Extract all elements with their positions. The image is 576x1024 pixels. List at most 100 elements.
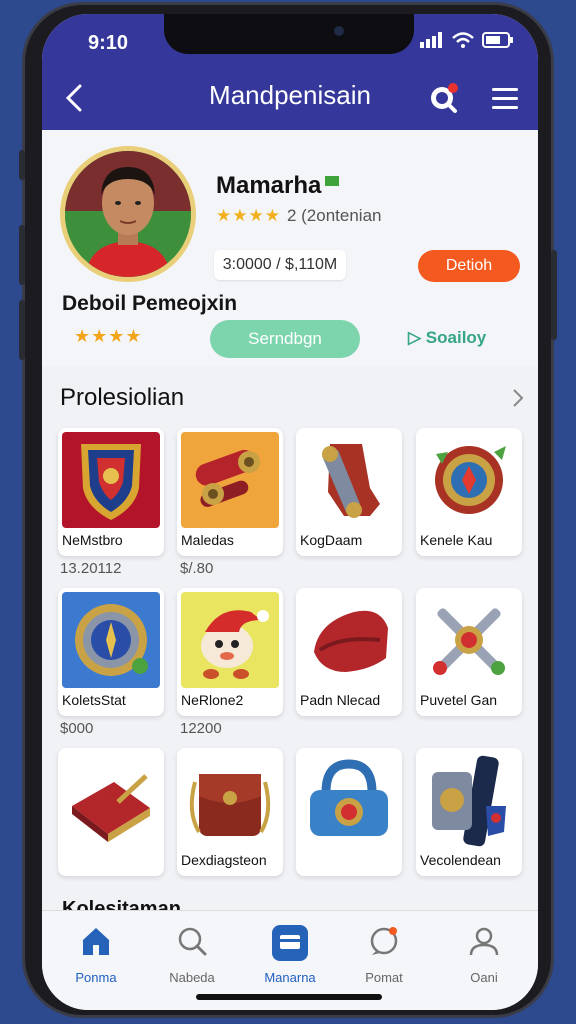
menu-bar: [492, 106, 518, 109]
signal-icon: [420, 32, 442, 48]
search-icon: [178, 927, 207, 956]
play-link[interactable]: ▷ Soailoy: [408, 328, 486, 348]
item-card[interactable]: KoletsStat: [58, 588, 164, 716]
section-more-button[interactable]: [508, 386, 528, 416]
item-card[interactable]: Maledas: [177, 428, 283, 556]
detail-button[interactable]: Detioh: [418, 250, 520, 282]
player-portrait: [65, 151, 191, 277]
rating-row: ★★★★ 2 (2ontenian: [216, 206, 382, 226]
item-card[interactable]: NeMstbro: [58, 428, 164, 556]
tab-label: Ponma: [75, 970, 117, 985]
primary-action-button[interactable]: Serndbgn: [210, 320, 360, 358]
item-card[interactable]: [58, 748, 164, 876]
wallet-icon: [272, 925, 308, 961]
app-header: Mandpenisain: [42, 70, 538, 126]
profile-name: Mamarha: [216, 172, 340, 200]
scroll-icon: [195, 449, 260, 507]
phone-side-button: [19, 300, 25, 360]
profile-name-text: Mamarha: [216, 172, 322, 199]
item-thumbnail: [300, 592, 398, 688]
tab-chat[interactable]: Pomat: [344, 925, 424, 985]
menu-bar: [492, 88, 518, 91]
price-display: 3:0000 / $,110M: [214, 250, 346, 280]
tab-label: Oani: [470, 970, 498, 985]
item-card[interactable]: Dexdiagsteon: [177, 748, 283, 876]
item-card[interactable]: [296, 748, 402, 876]
item-thumbnail: [300, 752, 398, 848]
wifi-icon: [452, 32, 474, 48]
satchel-icon: [189, 774, 271, 836]
item-thumbnail: [420, 432, 518, 528]
rating-text: 2 (2ontenian: [286, 206, 382, 225]
search-icon: [431, 83, 458, 113]
shield-icon: [81, 444, 141, 520]
item-card[interactable]: Puvetel Gan: [416, 588, 522, 716]
chevron-right-icon: [513, 389, 524, 407]
status-time: 9:10: [88, 32, 129, 54]
tab-search[interactable]: Nabeda: [152, 925, 232, 985]
status-icons: [420, 32, 514, 48]
item-card[interactable]: Vecolendean: [416, 748, 522, 876]
item-thumbnail: [181, 592, 279, 688]
battery-icon: [482, 32, 513, 48]
tab-label: Pomat: [365, 970, 403, 985]
search-button[interactable]: [424, 78, 464, 118]
item-label: Kenele Kau: [420, 532, 493, 548]
star-rating: ★★★★: [216, 206, 281, 225]
item-thumbnail: [181, 752, 279, 848]
book-icon: [72, 774, 150, 842]
item-label: Padn Nlecad: [300, 692, 381, 708]
home-indicator[interactable]: [196, 994, 382, 1000]
section-title: Prolesiolian: [60, 384, 185, 411]
app-screen: 9:10 Mandpenisain Mamarha ★★★★ 2 (2onten…: [42, 14, 538, 1010]
menu-bar: [492, 97, 518, 100]
crossed-keys-icon: [433, 608, 505, 675]
profile-panel: Mamarha ★★★★ 2 (2ontenian 3:0000 / $,110…: [42, 130, 538, 366]
avatar[interactable]: [60, 146, 196, 282]
star-rating-secondary: ★★★★: [74, 326, 143, 346]
item-label: Maledas: [181, 532, 234, 548]
camera: [334, 26, 344, 36]
item-label: Dexdiagsteon: [181, 852, 267, 868]
item-label: NeRlone2: [181, 692, 244, 708]
item-price: $000: [60, 720, 94, 737]
mascot-icon: [201, 610, 269, 679]
compass-emblem-icon: [75, 604, 148, 676]
profile-subtitle: Deboil Pemeojxin: [62, 292, 238, 315]
menu-button[interactable]: [484, 78, 524, 118]
item-label: Puvetel Gan: [420, 692, 498, 708]
padlock-icon: [310, 759, 388, 836]
item-label: KoletsStat: [62, 692, 126, 708]
phone-side-button: [551, 250, 557, 340]
item-thumbnail: [420, 752, 518, 848]
item-card[interactable]: Kenele Kau: [416, 428, 522, 556]
user-icon: [469, 927, 499, 956]
tab-label: Nabeda: [169, 970, 215, 985]
home-icon: [83, 928, 109, 955]
armband-icon: [432, 755, 506, 847]
item-card[interactable]: NeRlone2: [177, 588, 283, 716]
tab-profile[interactable]: Oani: [444, 925, 524, 985]
item-thumbnail: [62, 592, 160, 688]
tab-label: Manarna: [264, 970, 316, 985]
item-label: Vecolendean: [420, 852, 501, 868]
item-price: 12200: [180, 720, 222, 737]
emblem-icon: [435, 446, 506, 514]
item-card[interactable]: Padn Nlecad: [296, 588, 402, 716]
flag-icon: [325, 176, 340, 186]
tab-wallet[interactable]: Manarna: [250, 925, 330, 985]
phone-side-button: [19, 150, 25, 180]
item-price: $/.80: [180, 560, 214, 577]
item-thumbnail: [62, 432, 160, 528]
item-label: KogDaam: [300, 532, 363, 548]
item-thumbnail: [181, 432, 279, 528]
notch: [164, 14, 414, 54]
phone-side-button: [19, 225, 25, 285]
item-thumbnail: [300, 432, 398, 528]
glove-icon: [314, 610, 388, 672]
tab-home[interactable]: Ponma: [56, 925, 136, 985]
item-price: 13.20112: [60, 560, 122, 577]
item-thumbnail: [420, 592, 518, 688]
item-card[interactable]: KogDaam: [296, 428, 402, 556]
gauntlet-icon: [322, 444, 380, 518]
